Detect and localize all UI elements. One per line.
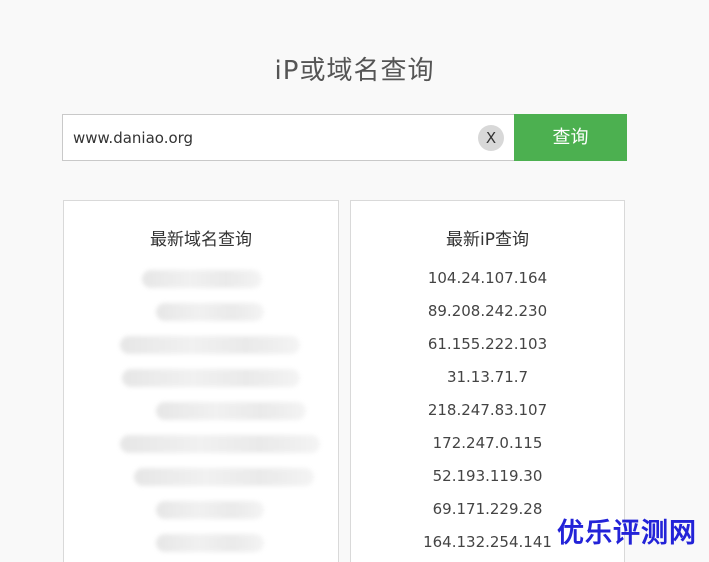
search-input-wrap: X <box>62 114 514 161</box>
watermark-logo: 优乐评测网 <box>557 518 697 549</box>
blurred-domain-row <box>120 435 320 453</box>
latest-ips-panel: 最新iP查询 104.24.107.164 89.208.242.230 61.… <box>350 200 625 562</box>
page-title: iP或域名查询 <box>274 56 435 86</box>
latest-domains-title: 最新域名查询 <box>150 230 252 250</box>
ip-list-item[interactable]: 218.247.83.107 <box>351 394 624 427</box>
blurred-domain-row <box>156 402 306 420</box>
ip-list-item[interactable]: 52.193.119.30 <box>351 460 624 493</box>
blurred-domain-list <box>64 262 338 562</box>
search-bar: X 查询 <box>62 114 627 161</box>
blurred-domain-row <box>122 369 300 387</box>
blurred-domain-row <box>156 534 264 552</box>
blurred-domain-row <box>120 336 300 354</box>
blurred-domain-row <box>134 468 314 486</box>
ip-list-item[interactable]: 89.208.242.230 <box>351 295 624 328</box>
ip-list-item[interactable]: 172.247.0.115 <box>351 427 624 460</box>
latest-domains-panel: 最新域名查询 <box>63 200 339 562</box>
search-button[interactable]: 查询 <box>514 114 627 161</box>
ip-list-item[interactable]: 61.155.222.103 <box>351 328 624 361</box>
page: iP或域名查询 X 查询 最新域名查询 最新iP查询 104.24.107.16… <box>0 0 709 562</box>
ip-list-item[interactable]: 104.24.107.164 <box>351 262 624 295</box>
latest-ips-title: 最新iP查询 <box>446 230 529 250</box>
search-input[interactable] <box>63 115 463 160</box>
blurred-domain-row <box>142 270 262 288</box>
clear-button[interactable]: X <box>478 125 504 151</box>
ip-list-item[interactable]: 31.13.71.7 <box>351 361 624 394</box>
blurred-domain-row <box>156 501 264 519</box>
blurred-domain-row <box>156 303 264 321</box>
